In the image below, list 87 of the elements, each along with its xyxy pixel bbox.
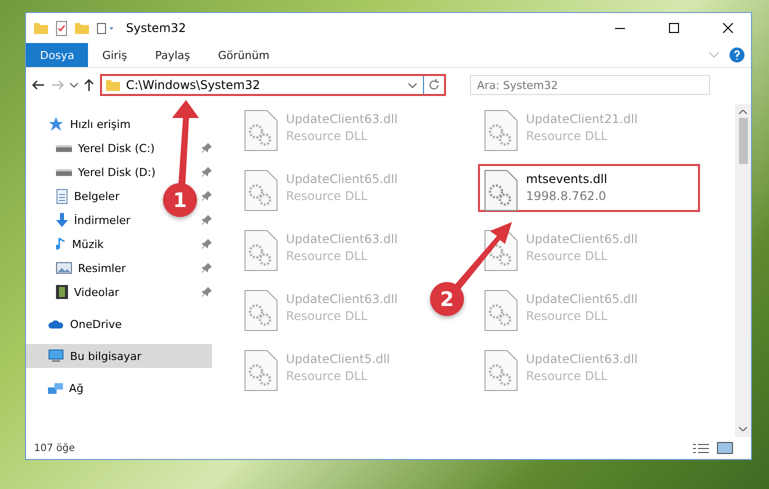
sidebar-item[interactable]: Bu bilgisayar [26,344,212,368]
file-detail: Resource DLL [526,309,608,323]
file-name: UpdateClient65.dll [286,172,398,186]
scroll-up-icon [739,110,747,114]
dll-file-icon [244,170,278,211]
scrollbar-thumb[interactable] [738,118,748,164]
file-detail: Resource DLL [286,369,368,383]
file-name: UpdateClient5.dll [286,352,390,366]
down-arrow-icon [56,213,68,227]
dll-file-icon [244,290,278,331]
picture-icon [717,442,733,454]
chevron-down-icon [709,52,719,58]
up-button[interactable] [84,78,94,92]
help-icon [729,47,745,63]
scroll-down-icon [739,427,747,431]
refresh-icon [428,79,440,91]
sidebar-item[interactable]: İndirmeler [56,208,134,232]
folder-icon [34,22,48,34]
file-detail: Resource DLL [526,249,608,263]
list-icon [693,444,709,452]
details-view-button[interactable] [693,444,709,452]
sidebar-item[interactable]: Resimler [56,256,130,280]
ribbon-tab[interactable]: Görünüm [204,43,284,67]
file-detail: 1998.8.762.0 [526,189,608,203]
address-path: C:\Windows\System32 [126,78,262,92]
properties-icon [56,20,67,36]
star-icon [48,116,64,132]
file-detail: Resource DLL [526,129,608,143]
file-name: mtsevents.dll [526,172,608,186]
folder-icon [106,80,120,90]
picture-icon [56,262,72,274]
recent-locations-button[interactable] [70,82,78,88]
file-name: UpdateClient63.dll [286,292,398,306]
document-icon [56,188,68,204]
file-detail: Resource DLL [286,249,368,263]
sidebar-item[interactable]: Hızlı erişim [26,112,212,136]
sidebar-item[interactable]: Yerel Disk (C:) [56,136,159,160]
drive-icon [56,168,72,176]
file-detail: Resource DLL [286,189,368,203]
file-name: UpdateClient65.dll [526,292,638,306]
file-name: UpdateClient65.dll [526,232,638,246]
ribbon-tab[interactable]: Paylaş [141,43,204,67]
sidebar-item[interactable]: Ağ [26,376,212,400]
customize-icon [97,22,114,34]
vertical-scrollbar[interactable] [735,104,751,437]
ribbon-tab[interactable]: Giriş [88,43,142,67]
sidebar-item[interactable]: Yerel Disk (D:) [56,160,160,184]
file-detail: Resource DLL [286,129,368,143]
caret-icon [70,82,78,88]
cloud-icon [48,320,64,328]
network-icon [48,382,63,394]
close-icon [723,23,733,33]
dll-file-icon [244,230,278,271]
file-item[interactable]: mtsevents.dll 1998.8.762.0 [478,164,700,212]
back-arrow-icon [32,80,45,90]
maximize-icon [669,23,679,33]
music-note-icon [56,237,66,251]
back-button[interactable] [32,80,45,90]
file-name: UpdateClient63.dll [286,112,398,126]
computer-icon [48,348,64,364]
sidebar-item[interactable]: Videolar [56,280,124,304]
forward-arrow-icon [51,80,64,90]
item-count: 107 öğe [34,442,76,454]
drive-icon [56,144,72,152]
dll-file-icon [244,350,278,391]
file-name: UpdateClient21.dll [526,112,638,126]
up-arrow-icon [84,78,94,92]
sidebar-item[interactable]: Müzik [56,232,108,256]
window-title: System32 [126,21,188,35]
new-folder-icon [75,22,89,34]
sidebar-item[interactable]: Belgeler [56,184,124,208]
dll-file-icon [484,290,518,331]
search-field[interactable]: Ara: System32 [470,75,710,95]
file-detail: Resource DLL [526,369,608,383]
dropdown-caret-icon [408,82,417,88]
file-detail: Resource DLL [286,309,368,323]
dll-file-icon [244,110,278,151]
file-name: UpdateClient63.dll [286,232,398,246]
file-name: UpdateClient63.dll [526,352,638,366]
address-bar[interactable]: C:\Windows\System32 [100,74,446,96]
dll-file-icon [484,170,518,211]
sidebar-item[interactable]: OneDrive [26,312,212,336]
large-icons-view-button[interactable] [717,442,733,454]
dll-file-icon [484,350,518,391]
ribbon-tab[interactable]: Dosya [26,43,88,67]
dll-file-icon [484,110,518,151]
film-icon [56,285,68,299]
